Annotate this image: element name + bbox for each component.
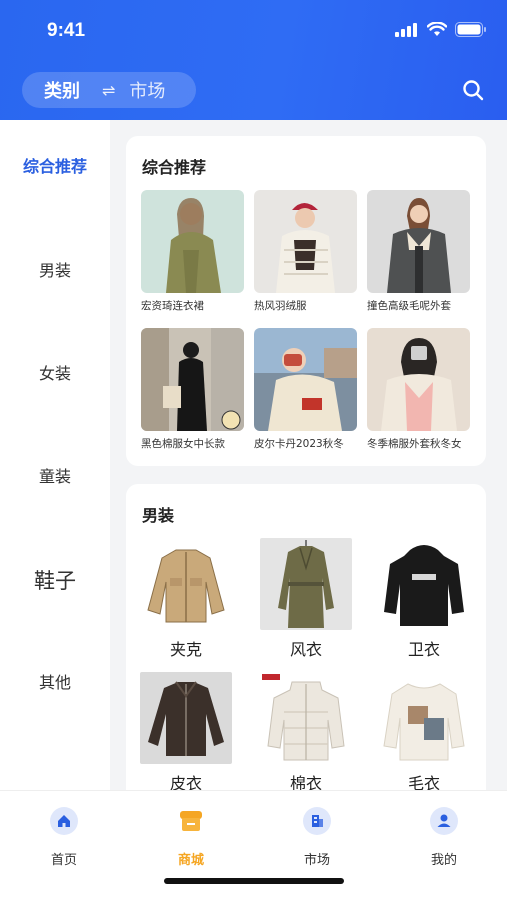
sidebar-item-menswear[interactable]: 男装 [0, 257, 110, 281]
menswear-label: 风衣 [289, 640, 322, 659]
product-caption: 撞色高级毛呢外套 [367, 300, 451, 312]
menswear-card: 男装 夹克 风衣 卫衣 皮衣 棉衣 毛衣 [126, 484, 486, 814]
sidebar-item-other[interactable]: 其他 [0, 669, 110, 693]
recommend-item[interactable]: 热风羽绒服 [254, 190, 357, 313]
recommend-item[interactable]: 宏资琦连衣裙 [141, 190, 244, 313]
padded-image [260, 672, 352, 764]
home-indicator [164, 878, 344, 884]
recommend-item[interactable]: 皮尔卡丹2023秋冬 [254, 328, 357, 451]
menswear-item-leather[interactable]: 皮衣 [136, 672, 236, 794]
sidebar-item-kidswear[interactable]: 童装 [0, 463, 110, 487]
menswear-label: 夹克 [169, 640, 202, 659]
menswear-item-padded[interactable]: 棉衣 [256, 672, 356, 794]
sidebar-item-recommend[interactable]: 综合推荐 [0, 153, 110, 177]
tab-shop[interactable]: 商城 [151, 807, 231, 868]
tab-mine[interactable]: 我的 [404, 807, 484, 868]
shop-icon [180, 811, 202, 831]
product-image [254, 190, 357, 293]
header: 9:41 类别 ⇌ 市场 [0, 0, 507, 120]
tab-label: 首页 [50, 853, 77, 868]
sidebar-item-womenswear[interactable]: 女装 [0, 360, 110, 384]
category-sidebar: 综合推荐 男装 女装 童装 鞋子 其他 [0, 120, 110, 790]
menswear-title: 男装 [142, 506, 175, 525]
category-market-switch[interactable]: 类别 ⇌ 市场 [22, 72, 196, 108]
recommend-item[interactable]: 黑色棉服女中长款 [141, 328, 244, 451]
swap-icon[interactable]: ⇌ [102, 81, 115, 100]
battery-icon [455, 22, 486, 37]
category-toggle[interactable]: 类别 [44, 77, 80, 103]
home-icon [50, 807, 78, 835]
product-caption: 热风羽绒服 [254, 300, 307, 312]
product-caption: 黑色棉服女中长款 [141, 438, 225, 450]
sidebar-item-shoes[interactable]: 鞋子 [0, 565, 110, 595]
product-caption: 冬季棉服外套秋冬女 [367, 438, 462, 450]
product-caption: 宏资琦连衣裙 [141, 300, 204, 312]
user-icon [430, 807, 458, 835]
market-toggle[interactable]: 市场 [129, 77, 165, 103]
product-image [141, 328, 244, 431]
hoodie-image [378, 538, 470, 630]
trench-image [260, 538, 352, 630]
menswear-label: 卫衣 [407, 640, 440, 659]
recommend-item[interactable]: 冬季棉服外套秋冬女 [367, 328, 470, 451]
menswear-item-hoodie[interactable]: 卫衣 [374, 538, 474, 660]
sweater-image [378, 672, 470, 764]
product-image [141, 190, 244, 293]
menswear-item-sweater[interactable]: 毛衣 [374, 672, 474, 794]
recommend-card: 综合推荐 宏资琦连衣裙 热风羽绒服 撞色高级毛呢外套 黑色棉服女中长款 皮尔卡丹… [126, 136, 486, 466]
product-image [254, 328, 357, 431]
wifi-icon [427, 22, 447, 36]
tab-market[interactable]: 市场 [277, 807, 357, 868]
tab-label: 商城 [177, 853, 204, 868]
recommend-item[interactable]: 撞色高级毛呢外套 [367, 190, 470, 313]
status-icons [395, 22, 487, 37]
status-time: 9:41 [47, 20, 86, 41]
signal-icon [395, 22, 417, 37]
jacket-image [140, 538, 232, 630]
tab-home[interactable]: 首页 [24, 807, 104, 868]
search-icon[interactable] [461, 78, 485, 102]
menswear-item-jacket[interactable]: 夹克 [136, 538, 236, 660]
product-caption: 皮尔卡丹2023秋冬 [254, 438, 344, 450]
tab-label: 我的 [430, 853, 457, 868]
menswear-item-trench[interactable]: 风衣 [256, 538, 356, 660]
product-image [367, 190, 470, 293]
leather-image [140, 672, 232, 764]
tab-label: 市场 [303, 853, 330, 868]
building-icon [303, 807, 331, 835]
product-image [367, 328, 470, 431]
recommend-title: 综合推荐 [142, 158, 207, 177]
